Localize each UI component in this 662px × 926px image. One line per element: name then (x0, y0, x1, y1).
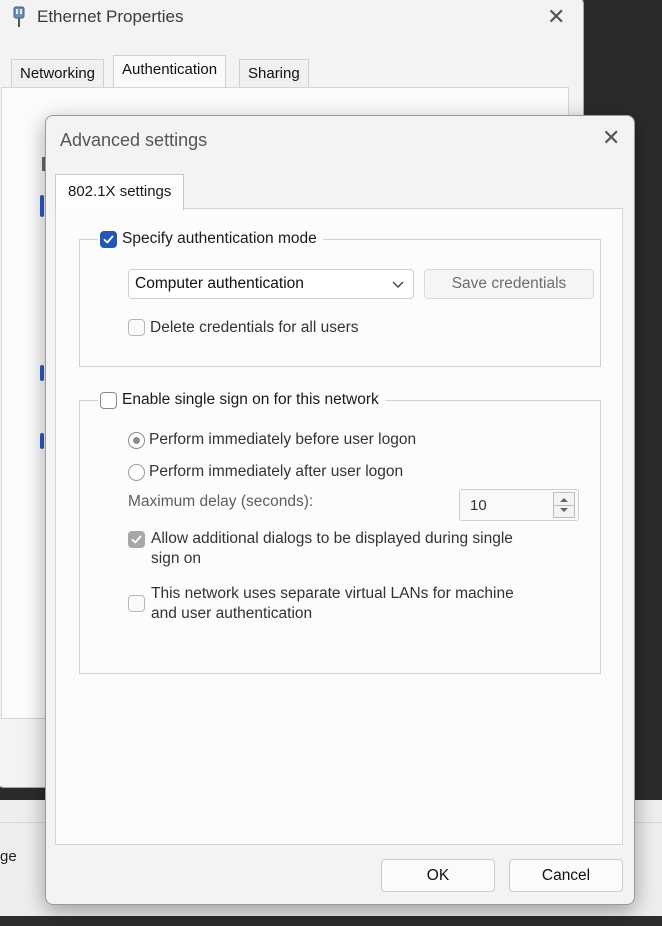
max-delay-spinner[interactable]: 10 (459, 489, 579, 521)
allow-dialogs-label-line2: sign on (151, 550, 201, 567)
after-logon-label: Perform immediately after user logon (149, 463, 404, 480)
authentication-mode-dropdown[interactable]: Computer authentication (128, 269, 414, 299)
cancel-button[interactable]: Cancel (509, 859, 623, 892)
max-delay-label: Maximum delay (seconds): (128, 493, 314, 510)
auth-mode-legend: Specify authentication mode (98, 228, 323, 250)
tab-sharing[interactable]: Sharing (239, 59, 309, 87)
checkbox-edge (40, 433, 44, 449)
delete-credentials-checkbox[interactable] (128, 319, 145, 336)
background-button-fragment: ge (0, 848, 17, 865)
close-icon[interactable]: ✕ (547, 5, 565, 30)
close-icon[interactable]: ✕ (602, 126, 620, 151)
vlan-row: This network uses separate virtual LANs … (128, 584, 514, 624)
after-logon-radio[interactable] (128, 464, 145, 481)
tab-networking[interactable]: Networking (11, 59, 105, 87)
window-title: Ethernet Properties (37, 7, 184, 26)
auth-mode-group: Specify authentication mode (79, 228, 601, 367)
before-logon-label: Perform immediately before user logon (149, 431, 417, 448)
checkbox-edge (40, 365, 44, 381)
network-adapter-icon (11, 6, 27, 28)
before-logon-row: Perform immediately before user logon (128, 431, 416, 449)
enable-sso-label: Enable single sign on for this network (122, 391, 379, 408)
delete-credentials-row: Delete credentials for all users (128, 319, 359, 337)
toggle-edge (40, 195, 44, 217)
vlan-label-line2: and user authentication (151, 605, 313, 622)
dialog-title: Advanced settings (60, 130, 208, 150)
desktop-edge (0, 916, 662, 926)
delete-credentials-label: Delete credentials for all users (150, 319, 359, 336)
specify-auth-mode-checkbox[interactable] (100, 230, 117, 248)
tab-8021x-settings[interactable]: 802.1X settings (55, 174, 185, 210)
specify-auth-mode-label: Specify authentication mode (122, 230, 317, 247)
separate-vlan-checkbox[interactable] (128, 595, 145, 612)
save-credentials-button[interactable]: Save credentials (424, 269, 594, 299)
before-logon-radio[interactable] (128, 432, 145, 449)
max-delay-row: Maximum delay (seconds): (128, 493, 313, 511)
vlan-label-line1: This network uses separate virtual LANs … (151, 585, 514, 602)
enable-sso-checkbox[interactable] (100, 391, 117, 409)
chevron-down-icon (391, 277, 405, 296)
ok-button[interactable]: OK (381, 859, 495, 892)
allow-dialogs-row: Allow additional dialogs to be displayed… (128, 529, 513, 569)
authentication-mode-value: Computer authentication (135, 275, 304, 292)
tab-authentication[interactable]: Authentication (113, 55, 227, 88)
vlan-text: This network uses separate virtual LANs … (151, 584, 514, 624)
advanced-settings-dialog: Advanced settings ✕ 802.1X settings Spec… (45, 115, 635, 905)
max-delay-value: 10 (470, 497, 487, 514)
allow-dialogs-checkbox[interactable] (128, 531, 145, 548)
spinner-arrows[interactable] (553, 492, 575, 518)
allow-dialogs-text: Allow additional dialogs to be displayed… (151, 529, 513, 569)
after-logon-row: Perform immediately after user logon (128, 463, 403, 481)
allow-dialogs-label-line1: Allow additional dialogs to be displayed… (151, 530, 513, 547)
sso-legend: Enable single sign on for this network (98, 389, 385, 411)
